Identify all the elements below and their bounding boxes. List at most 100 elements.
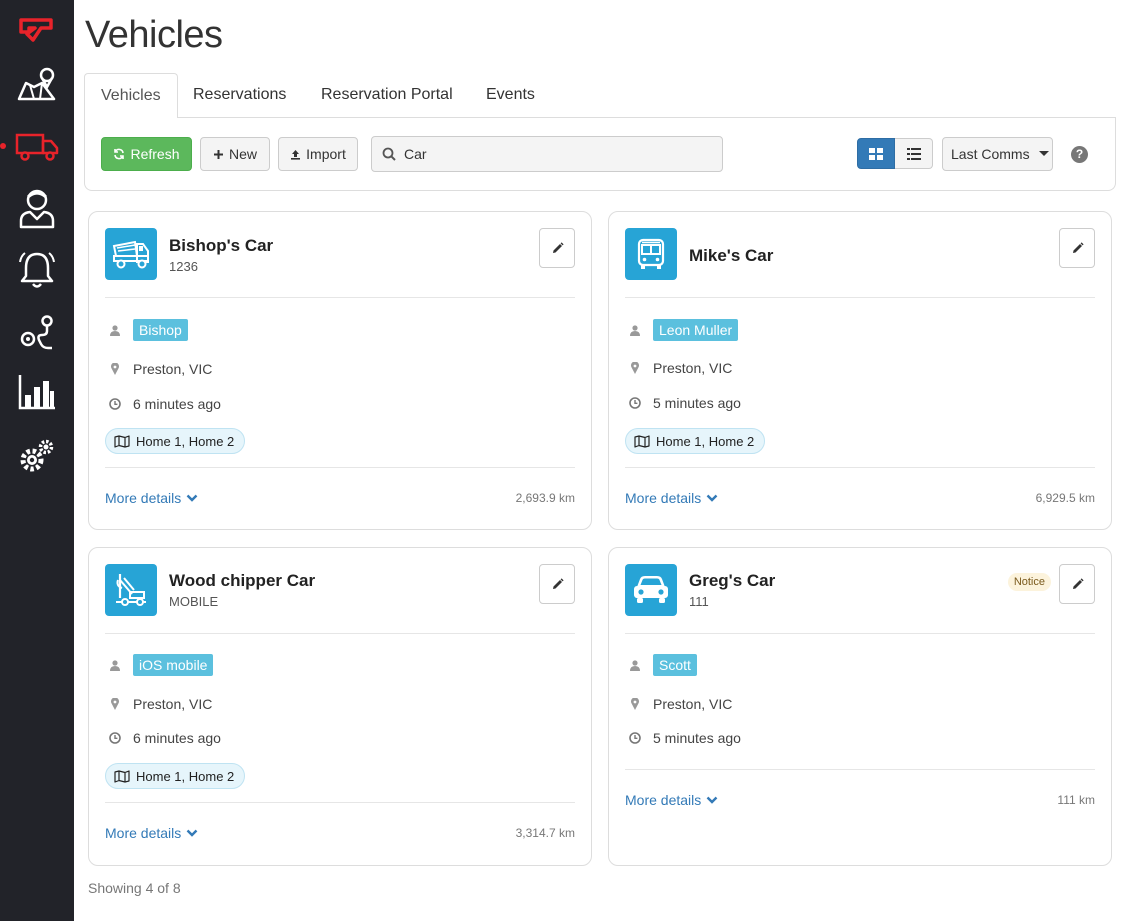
edit-button[interactable] [1059,564,1095,604]
bell-icon [19,252,55,288]
refresh-button[interactable]: Refresh [101,137,192,171]
edit-button[interactable] [539,564,575,604]
search-icon [382,147,396,161]
vehicle-id: 1236 [169,259,198,274]
forklift-icon [116,574,146,606]
vehicle-avatar [625,228,677,280]
location-row: Preston, VIC [629,696,732,712]
dump-truck-icon [112,240,149,269]
vehicle-name: Wood chipper Car [169,571,316,590]
person-icon [110,324,120,336]
zones-badge[interactable]: Home 1, Home 2 [105,428,246,454]
clock-icon [629,397,641,409]
sidebar [0,0,74,921]
driver-badge[interactable]: iOS mobile [133,654,214,676]
more-details-link[interactable]: More details [625,490,718,506]
divider [625,297,1095,298]
search-input[interactable] [404,146,704,162]
location-text: Preston, VIC [653,696,733,712]
last-seen-row: 5 minutes ago [629,395,741,411]
more-details-label: More details [105,490,182,506]
new-button[interactable]: New [200,137,270,171]
chevron-down-icon [706,796,718,804]
driver-badge[interactable]: Leon Muller [653,319,739,341]
vehicle-card: Mike's Car Leon Muller Preston, VIC 5 mi… [608,211,1112,530]
chevron-down-icon [186,494,198,502]
clock-icon [629,732,641,744]
logo[interactable] [0,4,74,60]
clock-icon [109,732,121,744]
distance-text: 2,693.9 km [515,491,575,505]
divider [105,467,575,468]
sidebar-item-vehicles[interactable] [0,118,74,174]
driver-badge[interactable]: Bishop [133,319,188,341]
sidebar-item-trips[interactable] [0,304,74,360]
person-icon [630,324,640,336]
logo-icon [19,18,53,42]
map-marker-icon [631,362,639,374]
edit-button[interactable] [1059,228,1095,268]
sidebar-item-maps[interactable] [0,56,74,112]
route-icon [20,315,53,350]
person-icon [630,659,640,671]
import-label: Import [306,146,346,162]
list-view-button[interactable] [895,138,933,169]
zones-badge[interactable]: Home 1, Home 2 [105,763,246,789]
tab-vehicles[interactable]: Vehicles [84,73,178,119]
plus-icon [213,149,223,159]
upload-icon [291,149,301,160]
driver-row: Bishop [109,319,188,341]
more-details-label: More details [105,825,182,841]
more-details-link[interactable]: More details [105,825,198,841]
more-details-label: More details [625,490,702,506]
last-seen-row: 6 minutes ago [109,396,221,412]
user-icon [19,189,55,229]
distance-text: 3,314.7 km [515,826,575,840]
person-icon [110,659,120,671]
search-box[interactable] [371,136,723,172]
zones-badge[interactable]: Home 1, Home 2 [625,428,766,454]
new-label: New [228,146,257,162]
map-icon [634,434,650,448]
list-icon [906,147,921,160]
location-text: Preston, VIC [133,361,213,377]
import-button[interactable]: Import [278,137,358,171]
map-marker-icon [111,363,119,375]
tab-reservations[interactable]: Reservations [177,73,302,118]
toolbar: Refresh New Import Last Comms ? [84,118,1116,191]
tab-events[interactable]: Events [470,73,551,118]
results-count: Showing 4 of 8 [88,880,181,896]
map-marker-icon [631,698,639,710]
location-text: Preston, VIC [653,360,733,376]
vehicle-name: Greg's Car [689,571,776,590]
tab-reservation-portal[interactable]: Reservation Portal [305,73,469,118]
edit-button[interactable] [539,228,575,268]
divider [625,769,1095,770]
zones-text: Home 1, Home 2 [136,768,235,784]
sort-dropdown[interactable]: Last Comms [942,137,1053,171]
refresh-icon [114,148,125,160]
active-indicator [0,143,6,149]
more-details-link[interactable]: More details [105,490,198,506]
map-marker-icon [111,698,119,710]
sidebar-item-alerts[interactable] [0,242,74,298]
driver-badge[interactable]: Scott [653,654,697,676]
driver-row: Leon Muller [629,319,739,341]
sidebar-item-reports[interactable] [0,364,74,420]
divider [105,633,575,634]
help-icon[interactable]: ? [1071,146,1088,163]
car-icon [634,576,668,603]
pencil-icon [552,577,564,589]
last-seen-row: 6 minutes ago [109,730,221,746]
sidebar-item-settings[interactable] [0,428,74,484]
location-row: Preston, VIC [109,361,212,377]
location-text: Preston, VIC [133,696,213,712]
pencil-icon [552,241,564,253]
sidebar-item-drivers[interactable] [0,180,74,236]
vehicle-card: Wood chipper Car MOBILE iOS mobile Prest… [88,547,592,866]
last-seen-text: 5 minutes ago [653,730,741,746]
distance-text: 111 km [1057,793,1095,807]
more-details-link[interactable]: More details [625,792,718,808]
zones-text: Home 1, Home 2 [136,433,235,449]
grid-view-button[interactable] [857,138,895,169]
